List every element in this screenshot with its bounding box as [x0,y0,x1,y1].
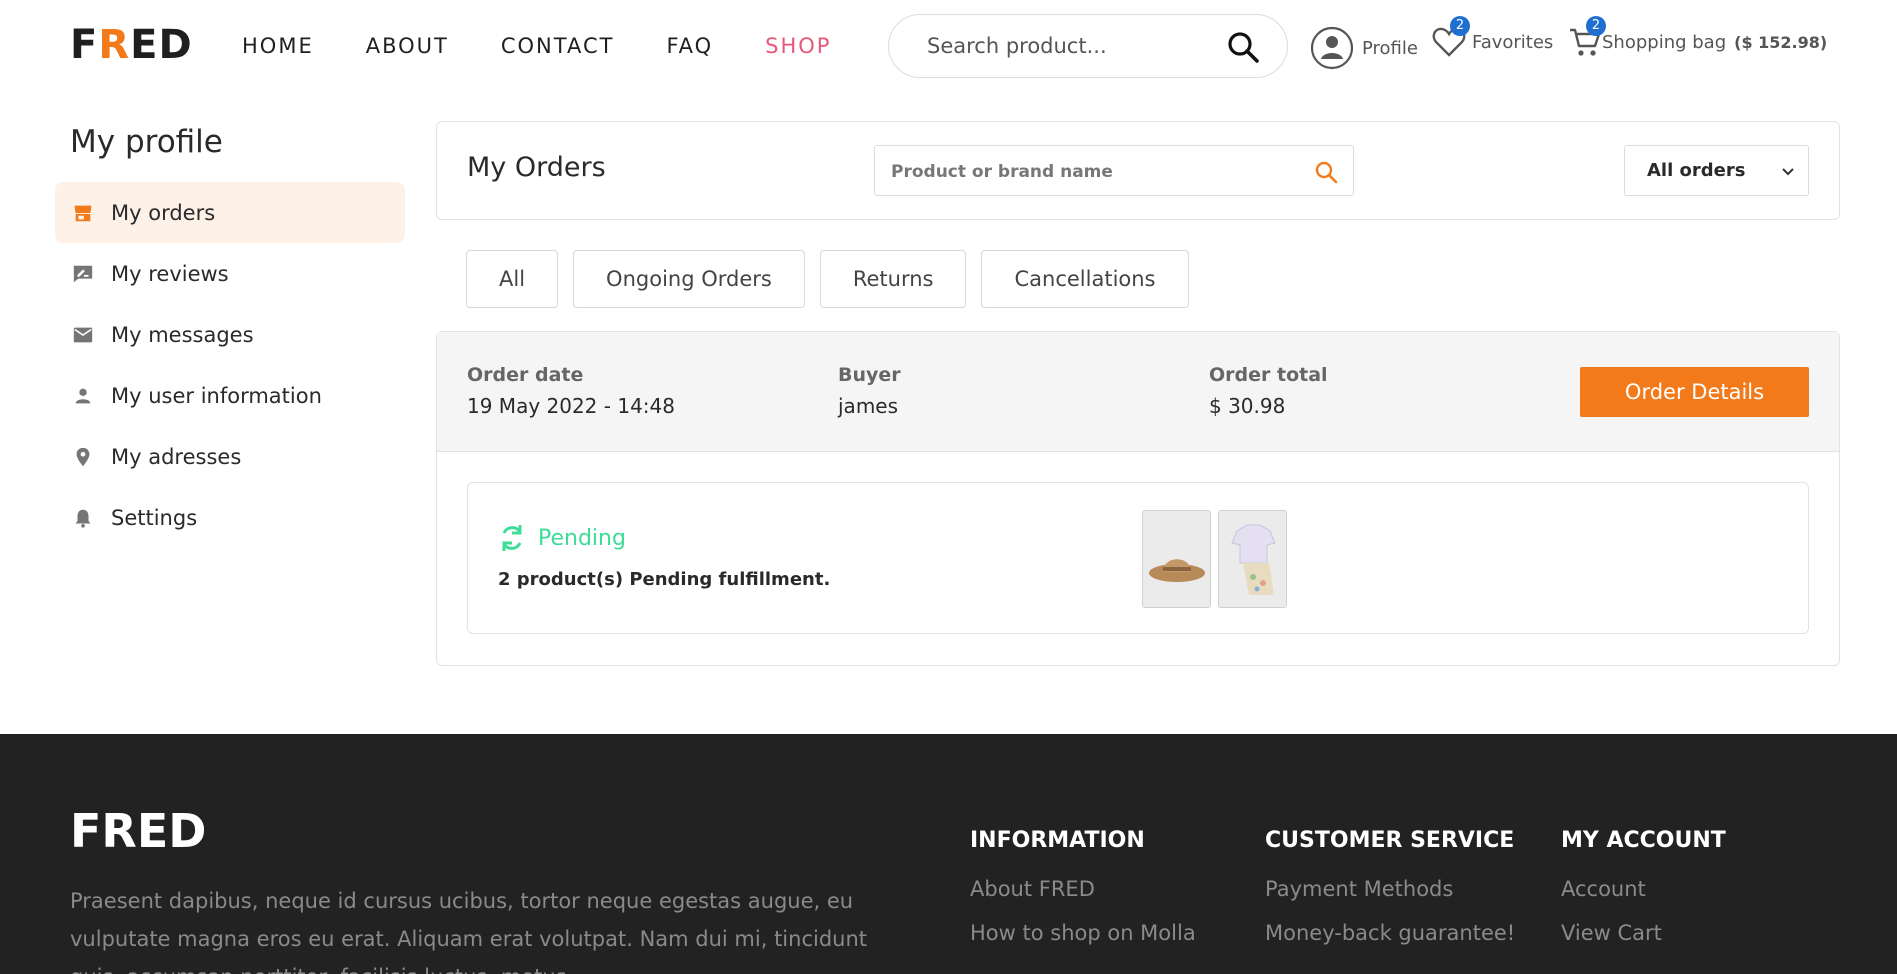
footer-link-account[interactable]: Account [1561,877,1726,901]
nav-faq[interactable]: FAQ [666,34,713,58]
favorites-link[interactable]: 2 Favorites [1432,16,1554,58]
shopping-bag-label: Shopping bag [1602,31,1727,53]
site-header: FRED HOME ABOUT CONTACT FAQ SHOP Profile… [0,0,1897,96]
order-date-value: 19 May 2022 - 14:48 [467,394,675,418]
orders-search [874,145,1354,196]
mail-icon [71,323,95,347]
footer-link-how-to-shop[interactable]: How to shop on Molla [970,921,1196,945]
profile-title: My profile [70,124,223,160]
order-buyer: Buyer james [838,364,901,418]
orders-search-input[interactable] [891,158,1291,186]
tab-cancellations[interactable]: Cancellations [981,250,1189,308]
profile-label: Profile [1362,37,1418,59]
main-nav: HOME ABOUT CONTACT FAQ SHOP [242,34,883,58]
order-summary: Order date 19 May 2022 - 14:48 Buyer jam… [437,332,1839,452]
sidebar-item-user-information[interactable]: My user information [55,365,405,426]
sidebar-item-orders[interactable]: My orders [55,182,405,243]
refresh-icon [502,525,522,551]
footer-column-title: CUSTOMER SERVICE [1265,828,1515,853]
outfit-product-image[interactable] [1218,510,1287,608]
profile-link[interactable]: Profile [1310,26,1418,70]
nav-contact[interactable]: CONTACT [501,34,615,58]
shopping-bag-link[interactable]: 2 Shopping bag ($ 152.98) [1568,16,1828,58]
sidebar-item-label: My adresses [111,444,242,469]
footer-column-title: INFORMATION [970,828,1145,853]
logo-text-accent: R [98,22,131,68]
order-tabs: All Ongoing Orders Returns Cancellations [466,250,1204,308]
heart-icon: 2 [1432,16,1470,58]
store-icon [71,201,95,225]
order-total: Order total $ 30.98 [1209,364,1328,418]
order-total-value: $ 30.98 [1209,394,1286,418]
orders-title: My Orders [467,152,606,183]
bag-total: ($ 152.98) [1734,32,1828,52]
order-card: Order date 19 May 2022 - 14:48 Buyer jam… [436,331,1840,666]
person-icon [71,384,95,408]
bag-count-badge: 2 [1586,16,1606,36]
footer-column-customer-service: CUSTOMER SERVICE Payment Methods Money-b… [1265,828,1515,965]
orders-header: My Orders All orders [436,121,1840,220]
footer-column-title: MY ACCOUNT [1561,828,1726,853]
hat-product-image[interactable] [1142,510,1211,608]
favorites-label: Favorites [1472,31,1554,53]
logo-text-start: F [70,22,99,68]
site-logo[interactable]: FRED [70,22,193,68]
profile-sidebar: My orders My reviews My messages My user… [55,182,405,548]
sidebar-item-messages[interactable]: My messages [55,304,405,365]
sidebar-item-label: Settings [111,505,198,530]
sidebar-item-label: My messages [111,322,254,347]
location-pin-icon [71,445,95,469]
user-circle-icon [1310,26,1354,70]
order-date-label: Order date [467,364,584,386]
tab-ongoing-orders[interactable]: Ongoing Orders [573,250,805,308]
sidebar-item-label: My orders [111,200,216,225]
nav-about[interactable]: ABOUT [366,34,449,58]
sidebar-item-addresses[interactable]: My adresses [55,426,405,487]
footer-column-my-account: MY ACCOUNT Account View Cart [1561,828,1726,965]
nav-shop[interactable]: SHOP [765,34,831,58]
order-status-text: 2 product(s) Pending fulfillment. [498,569,831,590]
footer-link-about[interactable]: About FRED [970,877,1196,901]
order-buyer-label: Buyer [838,364,901,386]
footer-description: Praesent dapibus, neque id cursus ucibus… [70,889,868,974]
order-status: Pending [498,523,626,553]
orders-filter-select[interactable]: All orders [1624,145,1809,196]
chevron-down-icon [1780,163,1796,184]
footer-logo[interactable]: FRED [70,804,206,858]
nav-home[interactable]: HOME [242,34,314,58]
tab-returns[interactable]: Returns [819,250,967,308]
bell-icon [71,506,95,530]
sidebar-item-label: My reviews [111,261,229,286]
rate-review-icon [71,262,95,286]
cart-icon: 2 [1568,16,1606,58]
order-status-label: Pending [538,525,626,551]
footer-column-information: INFORMATION About FRED How to shop on Mo… [970,828,1196,965]
logo-text-end: ED [130,22,193,68]
orders-search-icon[interactable] [1313,159,1339,185]
sidebar-item-settings[interactable]: Settings [55,487,405,548]
sidebar-item-reviews[interactable]: My reviews [55,243,405,304]
site-footer: FRED Praesent dapibus, neque id cursus u… [0,734,1897,974]
product-search [888,14,1288,78]
order-date: Order date 19 May 2022 - 14:48 [467,364,675,418]
tab-all[interactable]: All [466,250,559,308]
footer-link-money-back[interactable]: Money-back guarantee! [1265,921,1515,945]
footer-link-payment-methods[interactable]: Payment Methods [1265,877,1515,901]
sidebar-item-label: My user information [111,383,322,408]
order-total-label: Order total [1209,364,1328,386]
order-shipment: Pending 2 product(s) Pending fulfillment… [467,482,1809,634]
order-buyer-value: james [838,394,899,418]
search-icon[interactable] [1225,29,1261,65]
favorites-count-badge: 2 [1450,16,1470,36]
orders-filter-value: All orders [1647,160,1746,181]
order-details-button[interactable]: Order Details [1580,367,1809,417]
product-search-input[interactable] [927,29,1227,63]
footer-link-view-cart[interactable]: View Cart [1561,921,1726,945]
